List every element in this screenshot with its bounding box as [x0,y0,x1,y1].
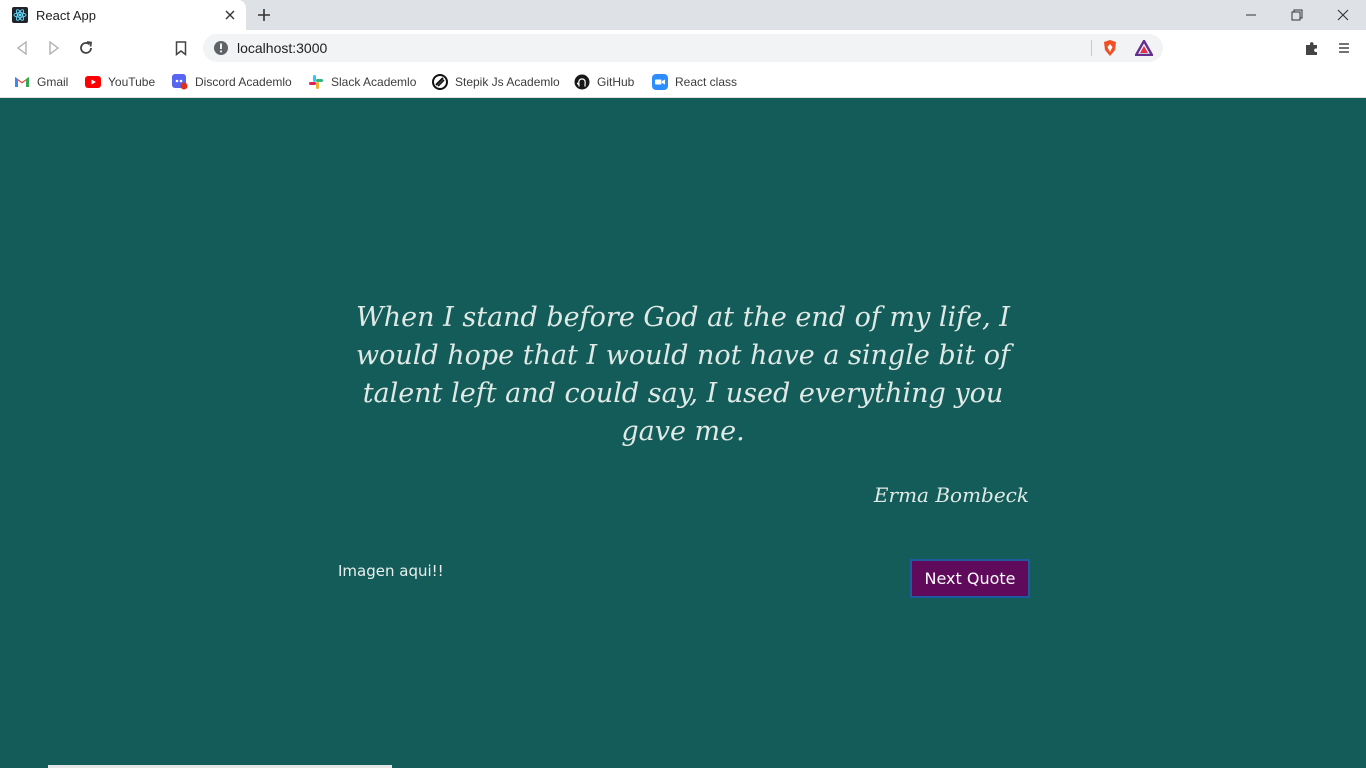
brave-rewards-icon[interactable] [1135,39,1153,57]
menu-hamburger-icon[interactable] [1334,38,1354,58]
extensions-puzzle-icon[interactable] [1302,38,1322,58]
title-bar: React App [0,0,1366,30]
bookmark-gmail[interactable]: Gmail [14,71,68,93]
quote-author: Erma Bombeck [873,483,1029,507]
url-text: localhost:3000 [237,40,328,56]
bookmark-discord-academlo[interactable]: Discord Academlo [172,71,292,93]
omnibox-divider [1091,40,1092,56]
bookmark-react-class[interactable]: React class [652,71,737,93]
quote-text: When I stand before God at the end of my… [355,302,1011,447]
bookmark-stepik-js-academlo[interactable]: Stepik Js Academlo [432,71,560,93]
zoom-icon [652,74,668,90]
bookmarks-bar: Gmail YouTube Discord Academlo Slack Aca… [0,66,1366,98]
gmail-icon [14,74,30,90]
stepik-icon [432,74,448,90]
minimize-icon[interactable] [1228,0,1274,30]
page-content: When I stand before God at the end of my… [0,99,1366,768]
bookmark-youtube[interactable]: YouTube [85,71,155,93]
youtube-icon [85,74,101,90]
tab-title: React App [36,7,96,23]
forward-icon[interactable] [42,36,66,60]
browser-tab-active[interactable]: React App [0,0,246,30]
discord-icon [172,74,188,90]
image-placeholder-text: Imagen aqui!! [338,562,444,580]
github-icon [574,74,590,90]
next-quote-button[interactable]: Next Quote [910,559,1030,598]
react-icon [12,7,28,23]
reload-icon[interactable] [74,36,98,60]
tab-close-icon[interactable] [220,5,240,25]
bookmark-slack-academlo[interactable]: Slack Academlo [308,71,416,93]
new-tab-plus-icon[interactable] [254,5,274,25]
browser-toolbar: localhost:3000 [0,30,1366,66]
address-bar[interactable]: localhost:3000 [203,34,1163,62]
back-icon[interactable] [10,36,34,60]
close-window-icon[interactable] [1320,0,1366,30]
bookmark-github[interactable]: GitHub [574,71,634,93]
restore-icon[interactable] [1274,0,1320,30]
slack-icon [308,74,324,90]
site-info-icon[interactable] [213,40,229,56]
brave-shield-icon[interactable] [1101,39,1119,57]
bookmark-icon[interactable] [169,36,193,60]
